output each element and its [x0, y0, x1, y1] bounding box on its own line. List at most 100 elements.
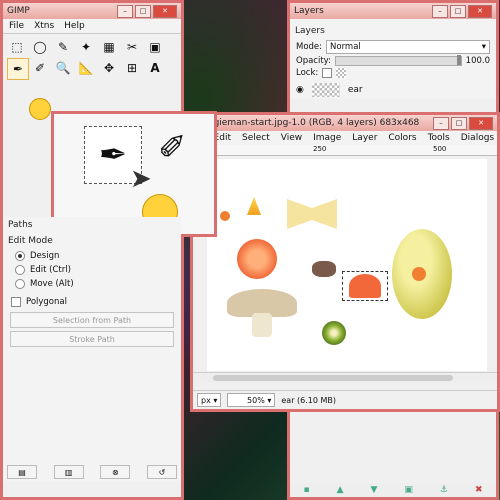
maximize-button[interactable]: □ [135, 4, 151, 18]
maximize-button[interactable]: □ [451, 116, 467, 130]
radio-button[interactable] [15, 265, 25, 275]
lock-checkbox[interactable] [322, 68, 333, 78]
menu-item-layer[interactable]: Layer [352, 133, 377, 143]
menu-xtns[interactable]: Xtns [34, 21, 54, 31]
duplicate-layer-icon[interactable]: ▣ [404, 485, 413, 495]
close-button[interactable]: ✕ [468, 4, 492, 18]
kiwi-slice [322, 321, 346, 345]
menu-item-dialogs[interactable]: Dialogs [461, 133, 494, 143]
lock-alpha-icon [336, 68, 347, 78]
radio-button[interactable] [15, 279, 25, 289]
image-canvas[interactable] [207, 159, 487, 371]
stroke-path-button[interactable]: Stroke Path [10, 331, 174, 347]
carrot-slice [220, 211, 230, 221]
image-menubar: e Edit Select View Image Layer Colors To… [193, 131, 497, 145]
layers-title: Layers [294, 6, 324, 16]
mode-move-radio[interactable]: Move (Alt) [3, 277, 181, 291]
orange-slice [237, 239, 277, 279]
unit-select[interactable]: px ▾ [197, 393, 222, 407]
rect-select-icon[interactable]: ⬚ [7, 37, 27, 57]
toolbox-menubar: File Xtns Help [3, 19, 181, 34]
chevron-down-icon: ▾ [213, 395, 218, 405]
measure-icon[interactable]: 📐 [76, 58, 96, 78]
menu-item-image[interactable]: Image [313, 133, 341, 143]
selected-layer-ear[interactable] [342, 271, 388, 301]
delete-options-icon[interactable]: ⊗ [100, 465, 131, 479]
lock-label: Lock: [296, 68, 319, 78]
polygonal-checkbox-row[interactable]: Polygonal [3, 295, 181, 309]
fuzzy-select-icon[interactable]: ✦ [76, 37, 96, 57]
delete-layer-icon[interactable]: ✖ [475, 485, 483, 495]
color-select-icon[interactable]: ▦ [99, 37, 119, 57]
reset-options-icon[interactable]: ↺ [146, 465, 177, 479]
minimize-button[interactable]: – [117, 4, 133, 18]
tool-grid: ⬚ ◯ ✎ ✦ ▦ ✂ ▣ ✒ ✐ 🔍 📐 ✥ ⊞ A [3, 34, 181, 83]
zoom-icon[interactable]: 🔍 [53, 58, 73, 78]
foreground-select-icon[interactable]: ▣ [145, 37, 165, 57]
mushroom [227, 289, 297, 339]
image-statusbar: px ▾ 50% ▾ ear (6.10 MB) [193, 390, 497, 409]
menu-help[interactable]: Help [64, 21, 85, 31]
menu-item-view[interactable]: View [281, 133, 302, 143]
layer-row[interactable]: ◉ ear [290, 81, 496, 99]
free-select-icon[interactable]: ✎ [53, 37, 73, 57]
opacity-slider[interactable] [334, 55, 462, 66]
paths-tool-icon[interactable]: ✒ [7, 58, 29, 80]
polygonal-checkbox[interactable] [11, 297, 21, 307]
scissors-icon[interactable]: ✂ [122, 37, 142, 57]
mode-design-radio[interactable]: Design [3, 249, 181, 263]
text-icon[interactable]: A [145, 58, 165, 78]
horizontal-ruler[interactable]: 250 500 [193, 145, 497, 156]
ellipse-select-icon[interactable]: ◯ [30, 37, 50, 57]
pine-cone [312, 261, 336, 277]
layer-name: ear [347, 85, 363, 95]
zoom-select[interactable]: 50% ▾ [227, 393, 276, 407]
align-icon[interactable]: ⊞ [122, 58, 142, 78]
opacity-value[interactable]: 100.0 [466, 56, 490, 66]
restore-options-icon[interactable]: ▥ [53, 465, 84, 479]
lower-layer-icon[interactable]: ▼ [370, 485, 377, 495]
scrollbar-thumb[interactable] [213, 375, 453, 381]
color-picker-icon-zoomed: ✐ [158, 128, 187, 168]
pointer-cursor-icon: ➤ [130, 164, 152, 194]
radio-button[interactable] [15, 251, 25, 261]
maximize-button[interactable]: □ [450, 4, 466, 18]
anchor-layer-icon[interactable]: ⚓ [440, 485, 448, 495]
close-button[interactable]: ✕ [153, 4, 177, 18]
layers-titlebar[interactable]: Layers – □ ✕ [290, 3, 496, 19]
corn-piece [247, 197, 261, 215]
toolbox-titlebar[interactable]: GIMP – □ ✕ [3, 3, 181, 19]
image-window: veggieman-start.jpg-1.0 (RGB, 4 layers) … [190, 112, 500, 412]
tool-options-footer: ▤ ▥ ⊗ ↺ [7, 465, 177, 479]
horizontal-scrollbar[interactable] [193, 372, 497, 383]
new-layer-icon[interactable]: ▪ [303, 485, 309, 495]
ruler-label-500: 500 [433, 145, 447, 153]
raise-layer-icon[interactable]: ▲ [337, 485, 344, 495]
toolbox-window: GIMP – □ ✕ File Xtns Help ⬚ ◯ ✎ ✦ ▦ ✂ ▣ … [0, 0, 217, 500]
image-titlebar[interactable]: veggieman-start.jpg-1.0 (RGB, 4 layers) … [193, 115, 497, 131]
menu-item-tools[interactable]: Tools [428, 133, 450, 143]
smiley-cursor-icon [29, 98, 51, 120]
menu-item-colors[interactable]: Colors [388, 133, 416, 143]
selection-from-path-button[interactable]: Selection from Path [10, 312, 174, 328]
opacity-label: Opacity: [296, 56, 331, 66]
eye-icon[interactable]: ◉ [296, 85, 304, 95]
carrot-nose [412, 267, 426, 281]
mode-edit-radio[interactable]: Edit (Ctrl) [3, 263, 181, 277]
image-title: veggieman-start.jpg-1.0 (RGB, 4 layers) … [197, 118, 420, 128]
menu-item-select[interactable]: Select [242, 133, 270, 143]
save-options-icon[interactable]: ▤ [7, 465, 37, 479]
status-text: ear (6.10 MB) [281, 395, 337, 405]
minimize-button[interactable]: – [432, 4, 448, 18]
layers-tab-label: Layers [295, 26, 325, 36]
color-picker-icon[interactable]: ✐ [30, 58, 50, 78]
close-button[interactable]: ✕ [469, 116, 493, 130]
bowtie-pasta [287, 199, 337, 229]
minimize-button[interactable]: – [433, 116, 449, 130]
move-icon[interactable]: ✥ [99, 58, 119, 78]
edit-mode-label: Edit Mode [8, 236, 53, 246]
mode-select[interactable]: Normal ▾ [326, 40, 490, 54]
menu-file[interactable]: File [9, 21, 24, 31]
ruler-label-250: 250 [313, 145, 327, 153]
layer-thumbnail [311, 83, 340, 97]
